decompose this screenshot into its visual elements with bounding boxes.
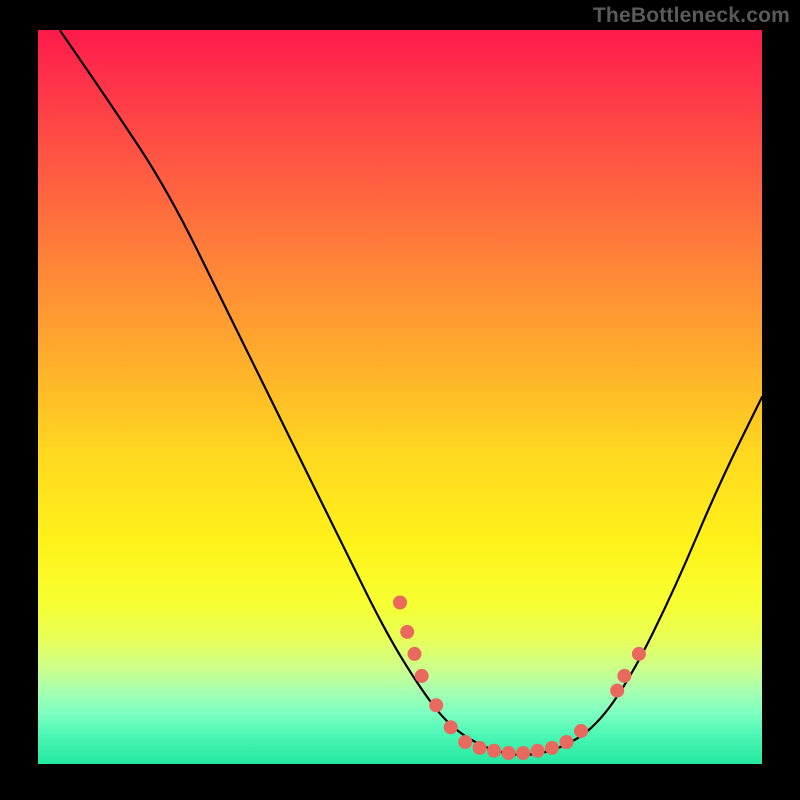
scatter-point: [473, 741, 487, 755]
watermark-text: TheBottleneck.com: [593, 4, 790, 28]
scatter-point: [400, 625, 414, 639]
bottleneck-curve: [60, 30, 762, 755]
scatter-point: [444, 720, 458, 734]
scatter-point: [429, 698, 443, 712]
scatter-point: [617, 669, 631, 683]
scatter-point: [393, 596, 407, 610]
scatter-point: [458, 735, 472, 749]
chart-svg: [38, 30, 762, 764]
scatter-point: [531, 744, 545, 758]
scatter-point: [408, 647, 422, 661]
scatter-points: [393, 596, 646, 761]
scatter-point: [560, 735, 574, 749]
chart-stage: TheBottleneck.com: [0, 0, 800, 800]
scatter-point: [632, 647, 646, 661]
plot-area: [38, 30, 762, 764]
scatter-point: [502, 746, 516, 760]
scatter-point: [415, 669, 429, 683]
scatter-point: [516, 746, 530, 760]
scatter-point: [574, 724, 588, 738]
scatter-point: [610, 684, 624, 698]
scatter-point: [487, 744, 501, 758]
scatter-point: [545, 741, 559, 755]
